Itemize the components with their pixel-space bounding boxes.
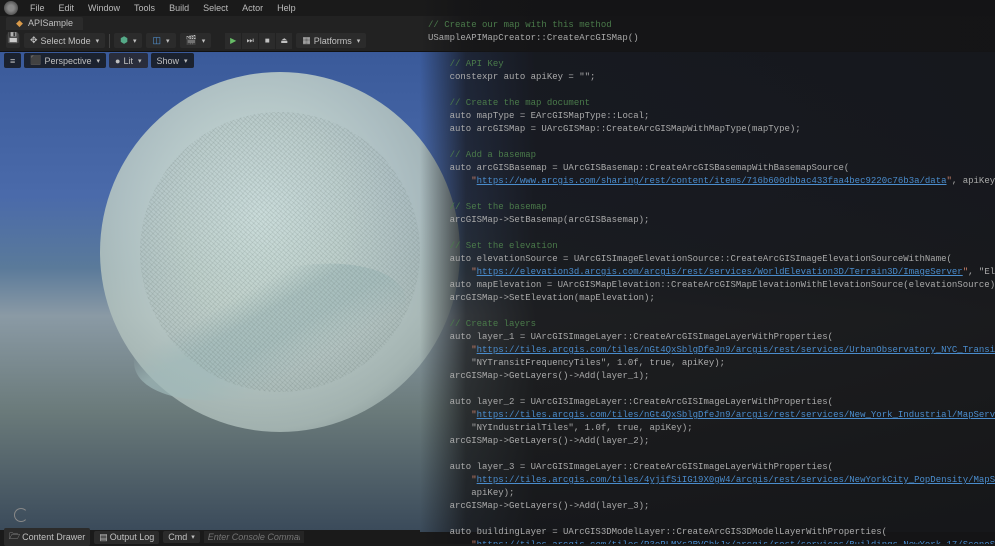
platforms-icon: ▦ (302, 35, 311, 46)
add-button[interactable]: ⬢ (114, 33, 142, 48)
level-tab[interactable]: ◆ APISample (6, 17, 83, 30)
menu-tools[interactable]: Tools (128, 1, 161, 15)
bottom-bar: 🗁Content Drawer ▤Output Log Cmd (0, 530, 420, 544)
clapboard-icon: 🎬 (186, 35, 197, 46)
map-buildings (140, 112, 420, 392)
play-controls: ▶ ⏭ ■ ⏏ (225, 33, 292, 49)
unreal-logo-icon[interactable] (4, 1, 18, 15)
viewport-options: ≡ ⬛Perspective ●Lit Show (4, 53, 194, 68)
drawer-icon: 🗁 (9, 529, 20, 545)
log-icon: ▤ (99, 532, 108, 543)
tab-title: APISample (28, 18, 73, 28)
console-input[interactable] (204, 531, 304, 543)
show-menu[interactable]: Show (151, 53, 194, 68)
platforms-button[interactable]: ▦ Platforms (296, 33, 366, 48)
lit-toggle[interactable]: ●Lit (109, 53, 147, 68)
blueprint-icon: ◫ (152, 35, 161, 46)
sequence-button[interactable]: 🎬 (180, 33, 212, 48)
level-icon: ◆ (16, 18, 23, 28)
menu-window[interactable]: Window (82, 1, 126, 15)
skip-button[interactable]: ⏭ (242, 33, 258, 49)
menu-help[interactable]: Help (271, 1, 302, 15)
loading-spinner-icon (14, 508, 28, 522)
play-button[interactable]: ▶ (225, 33, 241, 49)
perspective-icon: ⬛ (30, 55, 41, 66)
cmd-selector[interactable]: Cmd (163, 531, 200, 543)
menu-select[interactable]: Select (197, 1, 234, 15)
stop-button[interactable]: ■ (259, 33, 275, 49)
eject-button[interactable]: ⏏ (276, 33, 292, 49)
menu-actor[interactable]: Actor (236, 1, 269, 15)
code-overlay: // Create our map with this method USamp… (420, 0, 995, 544)
menu-file[interactable]: File (24, 1, 51, 15)
cube-icon: ⬢ (120, 35, 128, 46)
sphere-icon: ● (115, 56, 120, 66)
output-log-button[interactable]: ▤Output Log (94, 531, 159, 544)
save-button[interactable] (6, 34, 20, 48)
separator (109, 34, 110, 48)
blueprint-button[interactable]: ◫ (146, 33, 175, 48)
perspective-toggle[interactable]: ⬛Perspective (24, 53, 106, 68)
cursor-icon: ✥ (30, 35, 38, 46)
menu-build[interactable]: Build (163, 1, 195, 15)
modes-dropdown[interactable]: ✥ Select Mode (24, 33, 105, 48)
menu-edit[interactable]: Edit (53, 1, 81, 15)
viewport-menu[interactable]: ≡ (4, 53, 21, 68)
content-drawer-button[interactable]: 🗁Content Drawer (4, 528, 90, 546)
